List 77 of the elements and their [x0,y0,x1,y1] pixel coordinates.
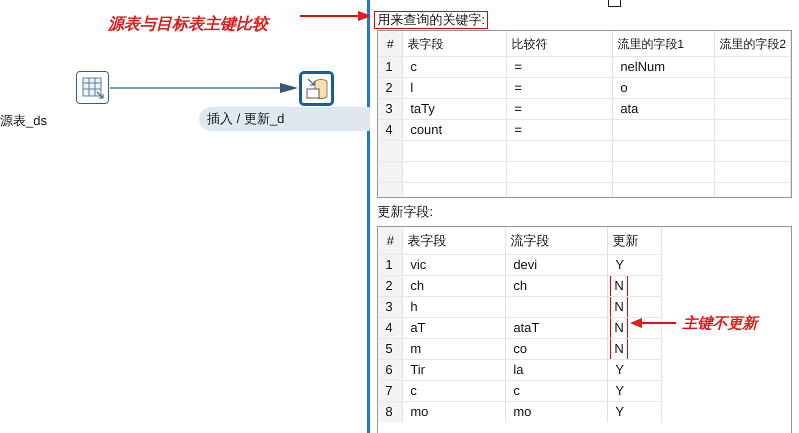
table-cell-text: aT [410,319,426,338]
section-label: 用来查询的关键字: [374,11,488,29]
table-icon [80,76,104,100]
table-row[interactable]: 1 c = nelNum [378,56,791,77]
table-cell-text: ch [513,277,528,296]
update-value: Y [615,382,624,400]
table-cell-text: taTy [410,100,435,118]
table-cell-text: 3 [385,298,393,316]
table-cell-text: 2 [385,79,393,98]
table-cell-text: count [410,121,442,140]
table-cell-text: Tir [410,361,425,380]
table-row[interactable]: 3 taTy = ata [378,98,791,119]
column-header[interactable]: # [378,31,404,56]
table-row[interactable]: 6 Tir la Y [378,359,662,380]
table-cell-text: 4 [385,319,393,338]
table-cell-text: 1 [385,58,393,76]
column-header[interactable]: 流里的字段2 [715,31,791,56]
table-cell-text: ata [620,100,638,118]
update-value: N [610,318,628,338]
table-row[interactable]: 4 count = [378,119,791,140]
table-row[interactable]: 2 l = o [378,77,791,98]
annotation-text: 主键不更新 [682,313,758,334]
table-input-step[interactable] [76,71,109,104]
table-row[interactable]: 2 ch ch N [378,275,662,296]
table-cell-text: o [620,79,628,98]
table-cell-text: 1 [385,256,393,274]
update-value: N [610,276,628,296]
table-cell-text: c [410,382,417,400]
table-cell-text: 2 [385,277,393,296]
update-value: Y [615,361,624,380]
table-cell-text: co [513,340,528,358]
table-cell-text: nelNum [620,58,666,76]
table-cell-text: 4 [385,121,393,140]
column-header[interactable]: 流里的字段1 [613,31,716,56]
table-row[interactable]: 8 mo mo Y [378,401,662,422]
update-value: Y [615,256,624,274]
table-cell-text: la [513,361,524,380]
table-row[interactable]: 7 c c Y [378,380,662,401]
update-value: N [610,297,628,317]
table-cell-text: 7 [385,382,393,400]
update-value: Y [615,403,624,422]
table-cell-text: 5 [385,340,393,358]
column-header[interactable]: 比较符 [507,31,614,56]
table-cell-text: h [410,298,418,316]
table-cell-text: m [410,340,422,358]
annotation-arrow [300,11,372,21]
table-cell-text: ataT [513,319,540,338]
table-cell-text: mo [513,403,532,422]
insert-update-step[interactable] [299,71,334,106]
update-value: N [610,339,628,359]
table-cell-text: vic [410,256,426,274]
table-row[interactable]: 3 h N [378,296,662,317]
table-row[interactable]: 1 vic devi Y [378,254,662,275]
table-row[interactable]: 5 m co N [378,338,662,359]
table-cell-text: devi [513,256,538,274]
table-cell-text: = [514,58,522,76]
table-cell-text: 6 [385,361,393,380]
database-icon [304,76,328,100]
table-row[interactable]: 4 aT ataT N [378,317,662,338]
table-cell-text: = [514,121,522,140]
section-label: 更新字段: [377,203,433,222]
table-cell-text: mo [410,403,428,422]
table-cell-text: ch [410,277,424,296]
column-header[interactable]: 更新 [612,230,638,250]
table-cell-text: = [514,100,522,118]
column-header[interactable]: 表字段 [403,31,508,56]
table-cell-text: c [513,382,520,400]
annotation-arrow [630,318,676,328]
table-cell-text: 8 [385,403,393,422]
step-label: 源表_ds [0,112,47,130]
annotation-text: 源表与目标表主键比较 [108,12,268,36]
table-cell-text: c [410,58,417,76]
column-header[interactable]: 表字段 [407,230,446,250]
table-cell-text: l [410,79,414,98]
column-header[interactable]: 流字段 [510,230,550,250]
table-cell-text: = [514,79,522,98]
table-cell-text: 3 [385,100,393,118]
